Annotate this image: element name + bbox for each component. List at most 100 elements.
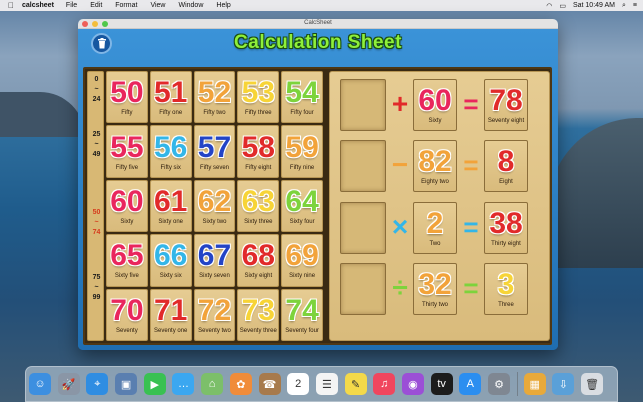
- dock-maps-icon[interactable]: ⌂: [201, 373, 224, 395]
- number-tile[interactable]: 56 Fifty six: [149, 125, 192, 178]
- wifi-icon[interactable]: ◠: [546, 2, 552, 10]
- app-content: Calculation Sheet 0 ~24 25 ~49 50 ~74 75 ~99 50…: [78, 29, 558, 350]
- number-grid: 50 Fifty 51 Fifty one 52 Fifty two 53 Fifty thr…: [106, 71, 323, 341]
- tile-number: 60: [110, 184, 144, 218]
- apple-menu-icon[interactable]: : [8, 1, 14, 10]
- range-to: 99: [92, 294, 101, 301]
- answer-drop-slot[interactable]: [340, 263, 386, 315]
- menu-window[interactable]: Window: [178, 2, 203, 9]
- tile-word: Sixty seven: [199, 273, 230, 280]
- menu-format[interactable]: Format: [115, 2, 137, 9]
- operand-tile: 82 Eighty two: [413, 140, 457, 192]
- equation-panel: +60 Sixty = 78 Seventy eight −82 Eighty two = 8 E…: [329, 71, 550, 341]
- number-tile[interactable]: 61 Sixty one: [149, 179, 192, 233]
- range-tab-25-49[interactable]: 25 ~49: [88, 130, 105, 160]
- number-tile[interactable]: 50 Fifty: [106, 71, 148, 124]
- answer-drop-slot[interactable]: [340, 202, 386, 254]
- range-from: 25: [92, 131, 101, 138]
- dock-calcsheet-icon[interactable]: ▦: [523, 373, 546, 395]
- dock-messages-icon[interactable]: …: [172, 373, 195, 395]
- number-tile[interactable]: 73 Seventy three: [237, 288, 280, 341]
- number-tile[interactable]: 55 Fifty five: [106, 125, 148, 178]
- number-tile[interactable]: 60 Sixty: [106, 179, 148, 233]
- number-tile[interactable]: 71 Seventy one: [149, 288, 192, 341]
- number-tile[interactable]: 65 Sixty five: [106, 234, 148, 287]
- dock-safari-icon[interactable]: ⌖: [86, 373, 109, 395]
- menu-app-name[interactable]: calcsheet: [22, 2, 54, 9]
- result-tile: 38 Thirty eight: [484, 202, 528, 254]
- result-word: Three: [498, 302, 514, 308]
- result-word: Thirty eight: [491, 241, 521, 247]
- number-tile[interactable]: 70 Seventy: [106, 288, 148, 341]
- spotlight-icon[interactable]: ⌕: [622, 2, 626, 10]
- tile-word: Sixty: [120, 218, 134, 225]
- operand-word: Thirty two: [421, 302, 448, 308]
- number-tile[interactable]: 59 Fifty nine: [281, 125, 323, 178]
- equation-row: ÷ 32 Thirty two = 3 Three: [330, 260, 551, 320]
- dock-downloads-icon[interactable]: ⇩: [552, 373, 575, 395]
- dock-facetime-icon[interactable]: ▶: [143, 373, 166, 395]
- dock-finder-icon[interactable]: ☺: [29, 373, 51, 395]
- answer-drop-slot[interactable]: [340, 140, 386, 192]
- window-titlebar[interactable]: CalcSheet: [78, 19, 558, 29]
- dock-app-store-icon[interactable]: A: [459, 373, 482, 395]
- menu-view[interactable]: View: [150, 2, 165, 9]
- tile-word: Sixty two: [202, 218, 227, 225]
- operator-sign: ÷: [392, 272, 408, 303]
- menu-edit[interactable]: Edit: [90, 2, 102, 9]
- tile-word: Fifty one: [159, 110, 183, 117]
- operand-number: 2: [426, 207, 444, 240]
- battery-icon[interactable]: ▭: [559, 2, 566, 10]
- menu-help[interactable]: Help: [216, 2, 230, 9]
- dock-trash-icon[interactable]: 🗑: [581, 373, 604, 395]
- number-tile[interactable]: 67 Sixty seven: [193, 234, 236, 287]
- dock-system-preferences-icon[interactable]: ⚙: [488, 373, 510, 395]
- sheet-board: 0 ~24 25 ~49 50 ~74 75 ~99 50 Fifty 51 Fifty one 52…: [83, 67, 552, 345]
- result-number: 78: [489, 84, 523, 117]
- operand-number: 60: [418, 84, 452, 117]
- dock-calendar-icon[interactable]: 2: [287, 373, 310, 395]
- number-tile[interactable]: 69 Sixty nine: [281, 234, 323, 287]
- number-tile[interactable]: 54 Fifty four: [281, 71, 323, 124]
- operand-word: Two: [429, 241, 441, 247]
- range-tab-50-74[interactable]: 50 ~74: [88, 208, 105, 238]
- dock-podcasts-icon[interactable]: ◉: [401, 373, 424, 395]
- number-tile[interactable]: 64 Sixty four: [281, 179, 323, 233]
- number-tile[interactable]: 57 Fifty seven: [193, 125, 236, 178]
- number-tile[interactable]: 63 Sixty three: [237, 179, 280, 233]
- dock-notes-icon[interactable]: ✎: [344, 373, 367, 395]
- number-tile[interactable]: 72 Seventy two: [193, 288, 236, 341]
- tile-word: Seventy one: [154, 327, 188, 334]
- number-tile[interactable]: 52 Fifty two: [193, 71, 236, 124]
- number-tile[interactable]: 62 Sixty two: [193, 179, 236, 233]
- number-tile[interactable]: 68 Sixty eight: [237, 234, 280, 287]
- range-from: 75: [92, 274, 101, 281]
- control-center-icon[interactable]: ≡: [633, 2, 637, 9]
- dock-contacts-icon[interactable]: ☎: [258, 373, 281, 395]
- range-tab-0-24[interactable]: 0 ~24: [88, 75, 105, 105]
- tile-word: Sixty eight: [244, 273, 273, 280]
- tile-word: Seventy four: [285, 327, 319, 334]
- number-tile[interactable]: 58 Fifty eight: [237, 125, 280, 178]
- answer-drop-slot[interactable]: [340, 79, 386, 131]
- tile-word: Sixty three: [244, 218, 273, 225]
- operand-number: 32: [418, 268, 452, 301]
- dock-reminders-icon[interactable]: ☰: [315, 373, 338, 395]
- equals-sign: =: [463, 212, 479, 242]
- calcsheet-window: CalcSheet Calculation Sheet 0 ~24 25 ~49 50 ~…: [78, 19, 558, 350]
- dock-apple-tv-icon[interactable]: tv: [430, 373, 453, 395]
- number-tile[interactable]: 53 Fifty three: [237, 71, 280, 124]
- number-tile[interactable]: 51 Fifty one: [149, 71, 192, 124]
- menu-file[interactable]: File: [66, 2, 77, 9]
- number-tile[interactable]: 74 Seventy four: [281, 288, 323, 341]
- tile-number: 52: [197, 76, 232, 110]
- dock-music-icon[interactable]: ♫: [373, 373, 396, 395]
- dock-launchpad-icon[interactable]: 🚀: [57, 373, 80, 395]
- menubar-clock[interactable]: Sat 10:49 AM: [573, 2, 615, 9]
- range-tilde: ~: [94, 219, 99, 226]
- range-tab-75-99[interactable]: 75 ~99: [88, 273, 105, 303]
- number-tile[interactable]: 66 Sixty six: [149, 234, 192, 287]
- equation-row: +60 Sixty = 78 Seventy eight: [330, 76, 551, 136]
- dock-photo-booth-icon[interactable]: ▣: [115, 373, 138, 395]
- dock-photos-icon[interactable]: ✿: [229, 373, 252, 395]
